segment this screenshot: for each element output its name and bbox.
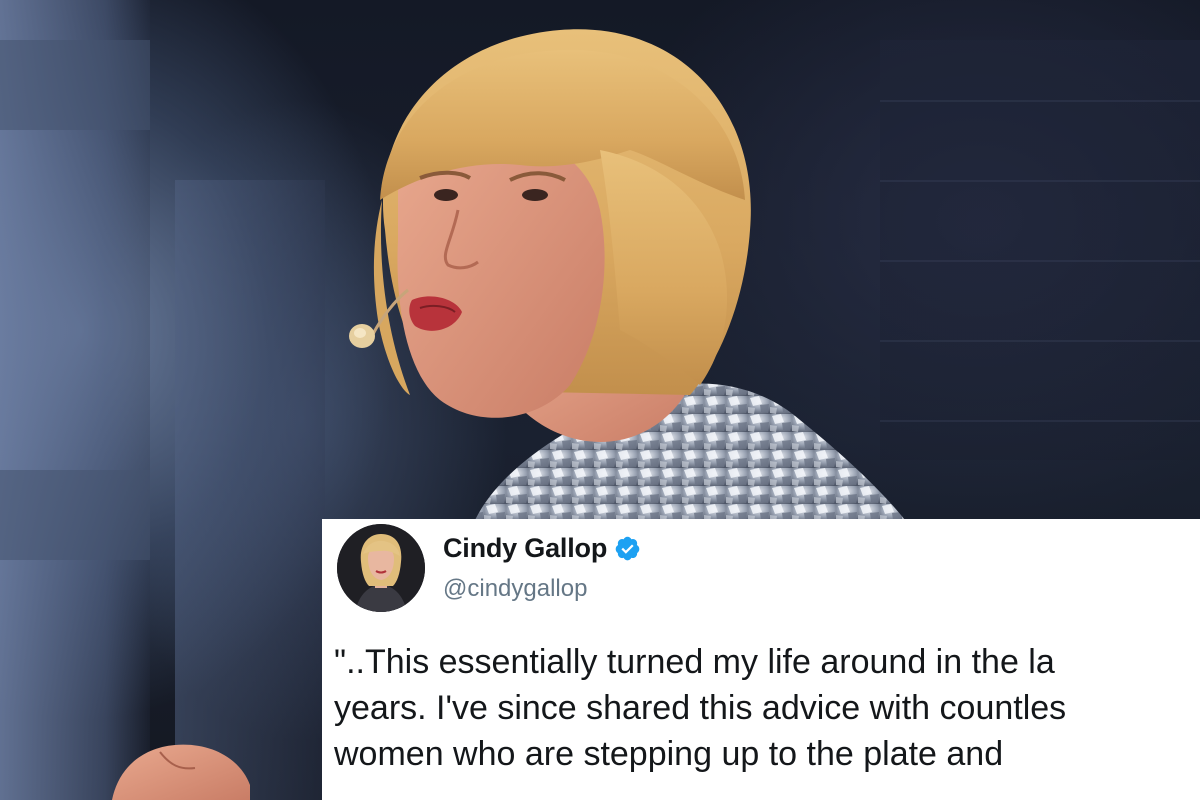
avatar-photo: [337, 524, 425, 612]
tweet-text-line: years. I've since shared this advice wit…: [334, 689, 1067, 727]
avatar[interactable]: [337, 524, 425, 612]
verified-badge-icon: [615, 536, 640, 561]
tweet-card: Cindy Gallop @cindygallop "..This essent…: [322, 519, 1200, 800]
tweet-text-line: women who are stepping up to the plate a…: [334, 735, 1004, 773]
tweet-text-line: "..This essentially turned my life aroun…: [334, 643, 1055, 681]
author-display-name[interactable]: Cindy Gallop: [443, 533, 607, 564]
author-handle[interactable]: @cindygallop: [443, 575, 587, 603]
tweet-text: "..This essentially turned my life aroun…: [334, 639, 1200, 777]
author-row: Cindy Gallop: [443, 533, 641, 564]
